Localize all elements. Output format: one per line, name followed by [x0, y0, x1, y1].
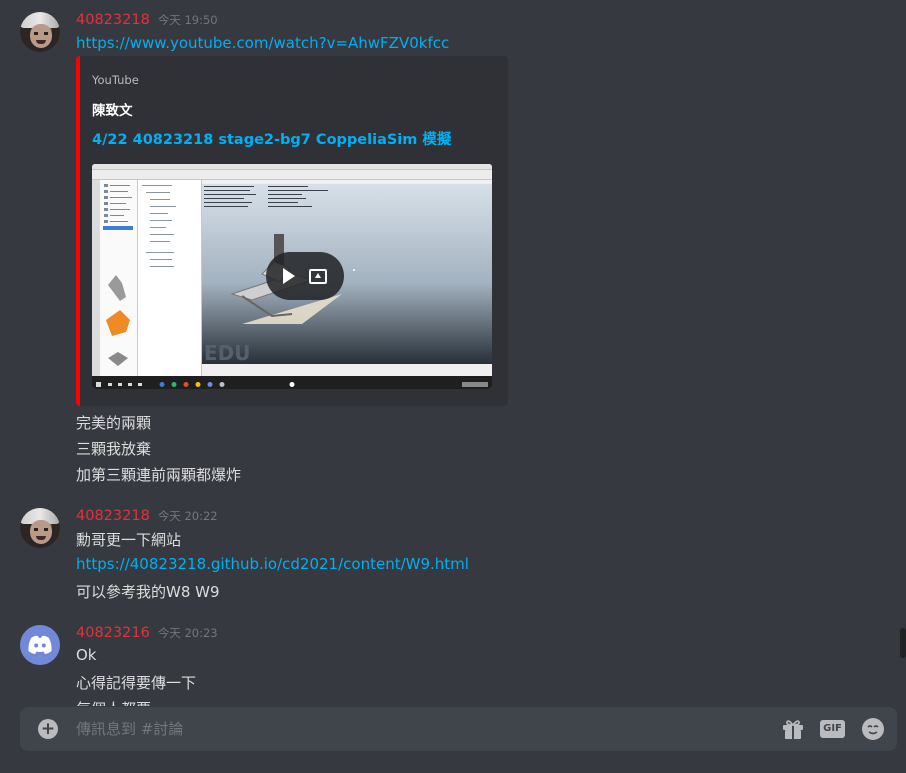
username[interactable]: 40823216: [76, 625, 150, 641]
discord-logo-icon: [28, 635, 52, 654]
message-text: 加第三顆連前兩顆都爆炸: [76, 466, 242, 484]
embed-author[interactable]: 陳致文: [92, 99, 133, 119]
timestamp: 今天 20:23: [157, 626, 218, 640]
message-link[interactable]: https://www.youtube.com/watch?v=AhwFZV0k…: [76, 34, 449, 52]
gift-icon[interactable]: [782, 719, 804, 739]
message-text: 心得記得要傳一下: [76, 674, 197, 692]
timestamp: 今天 20:22: [157, 509, 218, 523]
username[interactable]: 40823218: [76, 508, 150, 524]
video-play-button[interactable]: [266, 252, 344, 300]
message-text: 每個人都要: [76, 698, 151, 706]
message-link[interactable]: https://40823218.github.io/cd2021/conten…: [76, 555, 469, 573]
timestamp: 今天 19:50: [157, 13, 218, 27]
message-text: 勳哥更一下網站: [76, 531, 182, 549]
add-attachment-icon[interactable]: +: [38, 719, 58, 739]
video-thumbnail[interactable]: EDU: [92, 164, 492, 389]
gif-button[interactable]: GIF: [820, 720, 845, 738]
avatar[interactable]: [20, 12, 60, 52]
emoji-icon[interactable]: [862, 718, 884, 740]
video-watermark: EDU: [204, 341, 251, 364]
avatar[interactable]: [20, 508, 60, 548]
youtube-embed: YouTube 陳致文 4/22 40823218 stage2-bg7 Cop…: [76, 56, 508, 406]
avatar[interactable]: [20, 625, 60, 665]
scrollbar-thumb[interactable]: [900, 628, 906, 658]
message-text: Ok: [76, 646, 97, 664]
message-composer: + GIF: [20, 707, 897, 751]
message-text: 完美的兩顆: [76, 414, 152, 432]
open-external-icon[interactable]: [309, 268, 327, 284]
message-list: 40823218 今天 19:50 https://www.youtube.co…: [0, 0, 906, 706]
username[interactable]: 40823218: [76, 12, 150, 28]
play-icon: [283, 268, 295, 284]
embed-provider[interactable]: YouTube: [92, 73, 139, 87]
embed-title[interactable]: 4/22 40823218 stage2-bg7 CoppeliaSim 模擬: [92, 128, 451, 149]
message-text: 三顆我放棄: [76, 440, 152, 458]
message-text: 可以參考我的W8 W9: [76, 583, 220, 601]
message-input[interactable]: [76, 707, 756, 751]
